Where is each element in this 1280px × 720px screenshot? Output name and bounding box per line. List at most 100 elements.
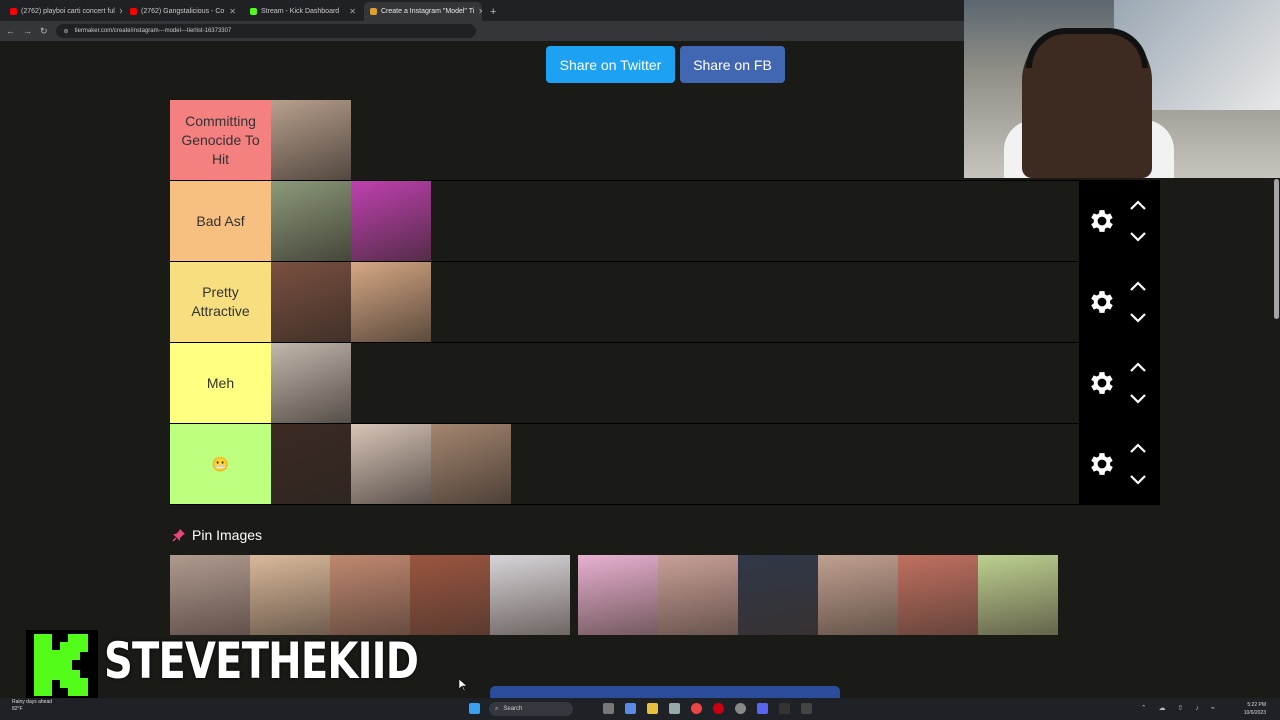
tier-label[interactable]: Bad Asf: [170, 181, 271, 261]
tab-label: Create a Instagram "Model" Ti: [381, 8, 475, 15]
chevron-down-icon[interactable]: [1129, 474, 1147, 486]
tier-controls: [1079, 343, 1160, 424]
system-tray[interactable]: ⌃ ☁ ⇧ ♪ ⌁: [1141, 704, 1220, 712]
tier-image[interactable]: [431, 424, 511, 504]
tier-items[interactable]: [271, 343, 1160, 423]
taskbar-search[interactable]: ⌕ Search: [489, 702, 573, 716]
back-icon[interactable]: ←: [6, 26, 15, 36]
pool-image[interactable]: [250, 555, 330, 635]
browser-tab[interactable]: Stream - Kick Dashboard ✕: [244, 2, 362, 21]
gear-icon[interactable]: [1087, 287, 1117, 317]
gear-icon[interactable]: [1087, 449, 1117, 479]
kick-icon: [250, 8, 257, 15]
pin-images-header: Pin Images: [172, 527, 262, 543]
clock-date: 10/6/2023: [1243, 710, 1266, 716]
scroll-thumb[interactable]: [1274, 179, 1279, 319]
chevron-up-icon[interactable]: [1129, 280, 1147, 292]
chevron-up-icon[interactable]: [1129, 361, 1147, 373]
tier-label[interactable]: 😬: [170, 424, 271, 504]
tier-label[interactable]: Meh: [170, 343, 271, 423]
file-explorer-icon[interactable]: [647, 703, 658, 714]
youtube-icon: [130, 8, 137, 15]
app-icon[interactable]: [779, 703, 790, 714]
windows-taskbar: Rainy days ahead 82°F ⌕ Search ⌃ ☁ ⇧ ♪ ⌁…: [0, 698, 1280, 720]
pool-image[interactable]: [658, 555, 738, 635]
pool-image[interactable]: [978, 555, 1058, 635]
pool-gap: [570, 555, 578, 635]
tier-image[interactable]: [271, 100, 351, 180]
tier-controls: [1079, 424, 1160, 505]
pin-images-label: Pin Images: [192, 527, 263, 543]
discord-icon[interactable]: [757, 703, 768, 714]
tab-label: (2762) Gangstalicious - Co: [141, 8, 225, 15]
browser-tab[interactable]: (2762) playboi carti concert ful ✕: [4, 2, 122, 21]
close-icon[interactable]: ✕: [349, 7, 356, 16]
pool-image[interactable]: [330, 555, 410, 635]
pool-image[interactable]: [738, 555, 818, 635]
new-tab-button[interactable]: +: [484, 6, 502, 21]
lock-icon: ⊜: [63, 28, 69, 35]
streamer-name: STEVETHEKIID: [104, 632, 419, 690]
share-twitter-button[interactable]: Share on Twitter: [546, 46, 675, 83]
chevron-down-icon[interactable]: [1129, 312, 1147, 324]
tier-controls: [1079, 262, 1160, 343]
pool-image[interactable]: [898, 555, 978, 635]
pool-image[interactable]: [410, 555, 490, 635]
pool-image[interactable]: [170, 555, 250, 635]
chevron-down-icon[interactable]: [1129, 231, 1147, 243]
app-icon[interactable]: [735, 703, 746, 714]
clock[interactable]: 5:22 PM 10/6/2023: [1244, 701, 1266, 717]
task-view-icon[interactable]: [603, 703, 614, 714]
bottom-button-partial[interactable]: [490, 686, 840, 698]
tier-image[interactable]: [271, 181, 351, 261]
app-icon[interactable]: [801, 703, 812, 714]
page-scrollbar[interactable]: [1272, 179, 1280, 698]
clock-time: 5:22 PM: [1247, 702, 1266, 708]
pool-image[interactable]: [578, 555, 658, 635]
youtube-icon: [10, 8, 17, 15]
forward-icon[interactable]: →: [23, 26, 32, 36]
tiermaker-icon: [370, 8, 377, 15]
gear-icon[interactable]: [1087, 206, 1117, 236]
tier-image[interactable]: [271, 262, 351, 342]
weather-temp: 82°F: [12, 706, 23, 712]
reload-icon[interactable]: ↻: [40, 26, 48, 37]
webcam-overlay: [964, 0, 1280, 178]
weather-widget[interactable]: Rainy days ahead 82°F: [12, 699, 52, 713]
pool-image[interactable]: [818, 555, 898, 635]
kick-logo-icon: [26, 630, 98, 700]
browser-tab-active[interactable]: Create a Instagram "Model" Ti ✕: [364, 2, 482, 21]
pushpin-icon: [172, 529, 185, 542]
tier-image[interactable]: [271, 424, 351, 504]
chrome-icon[interactable]: [691, 703, 702, 714]
close-icon[interactable]: ✕: [229, 7, 236, 16]
chevron-down-icon[interactable]: [1129, 393, 1147, 405]
tier-items[interactable]: [271, 424, 1160, 504]
close-icon[interactable]: ✕: [119, 7, 122, 16]
tier-label[interactable]: Committing Genocide To Hit: [170, 100, 271, 180]
chevron-up-icon[interactable]: [1129, 199, 1147, 211]
close-icon[interactable]: ✕: [478, 7, 482, 16]
tier-image[interactable]: [351, 181, 431, 261]
search-label: Search: [503, 706, 523, 712]
tier-row: Bad Asf: [170, 181, 1160, 262]
gear-icon[interactable]: [1087, 368, 1117, 398]
copilot-icon[interactable]: [625, 703, 636, 714]
store-icon[interactable]: [669, 703, 680, 714]
pool-image[interactable]: [490, 555, 570, 635]
opera-icon[interactable]: [713, 703, 724, 714]
windows-start-icon[interactable]: [469, 703, 480, 714]
tier-label[interactable]: Pretty Attractive: [170, 262, 271, 342]
browser-tab[interactable]: (2762) Gangstalicious - Co ✕: [124, 2, 242, 21]
tier-image[interactable]: [271, 343, 351, 423]
headset-icon: [1026, 28, 1148, 68]
tier-items[interactable]: [271, 181, 1160, 261]
tier-items[interactable]: [271, 262, 1160, 342]
tier-image[interactable]: [351, 424, 431, 504]
url-text: tiermaker.com/create/instagram---model--…: [74, 28, 232, 34]
chevron-up-icon[interactable]: [1129, 442, 1147, 454]
share-fb-button[interactable]: Share on FB: [680, 46, 785, 83]
url-field[interactable]: ⊜ tiermaker.com/create/instagram---model…: [55, 24, 476, 38]
tier-controls: [1079, 181, 1160, 262]
tier-image[interactable]: [351, 262, 431, 342]
